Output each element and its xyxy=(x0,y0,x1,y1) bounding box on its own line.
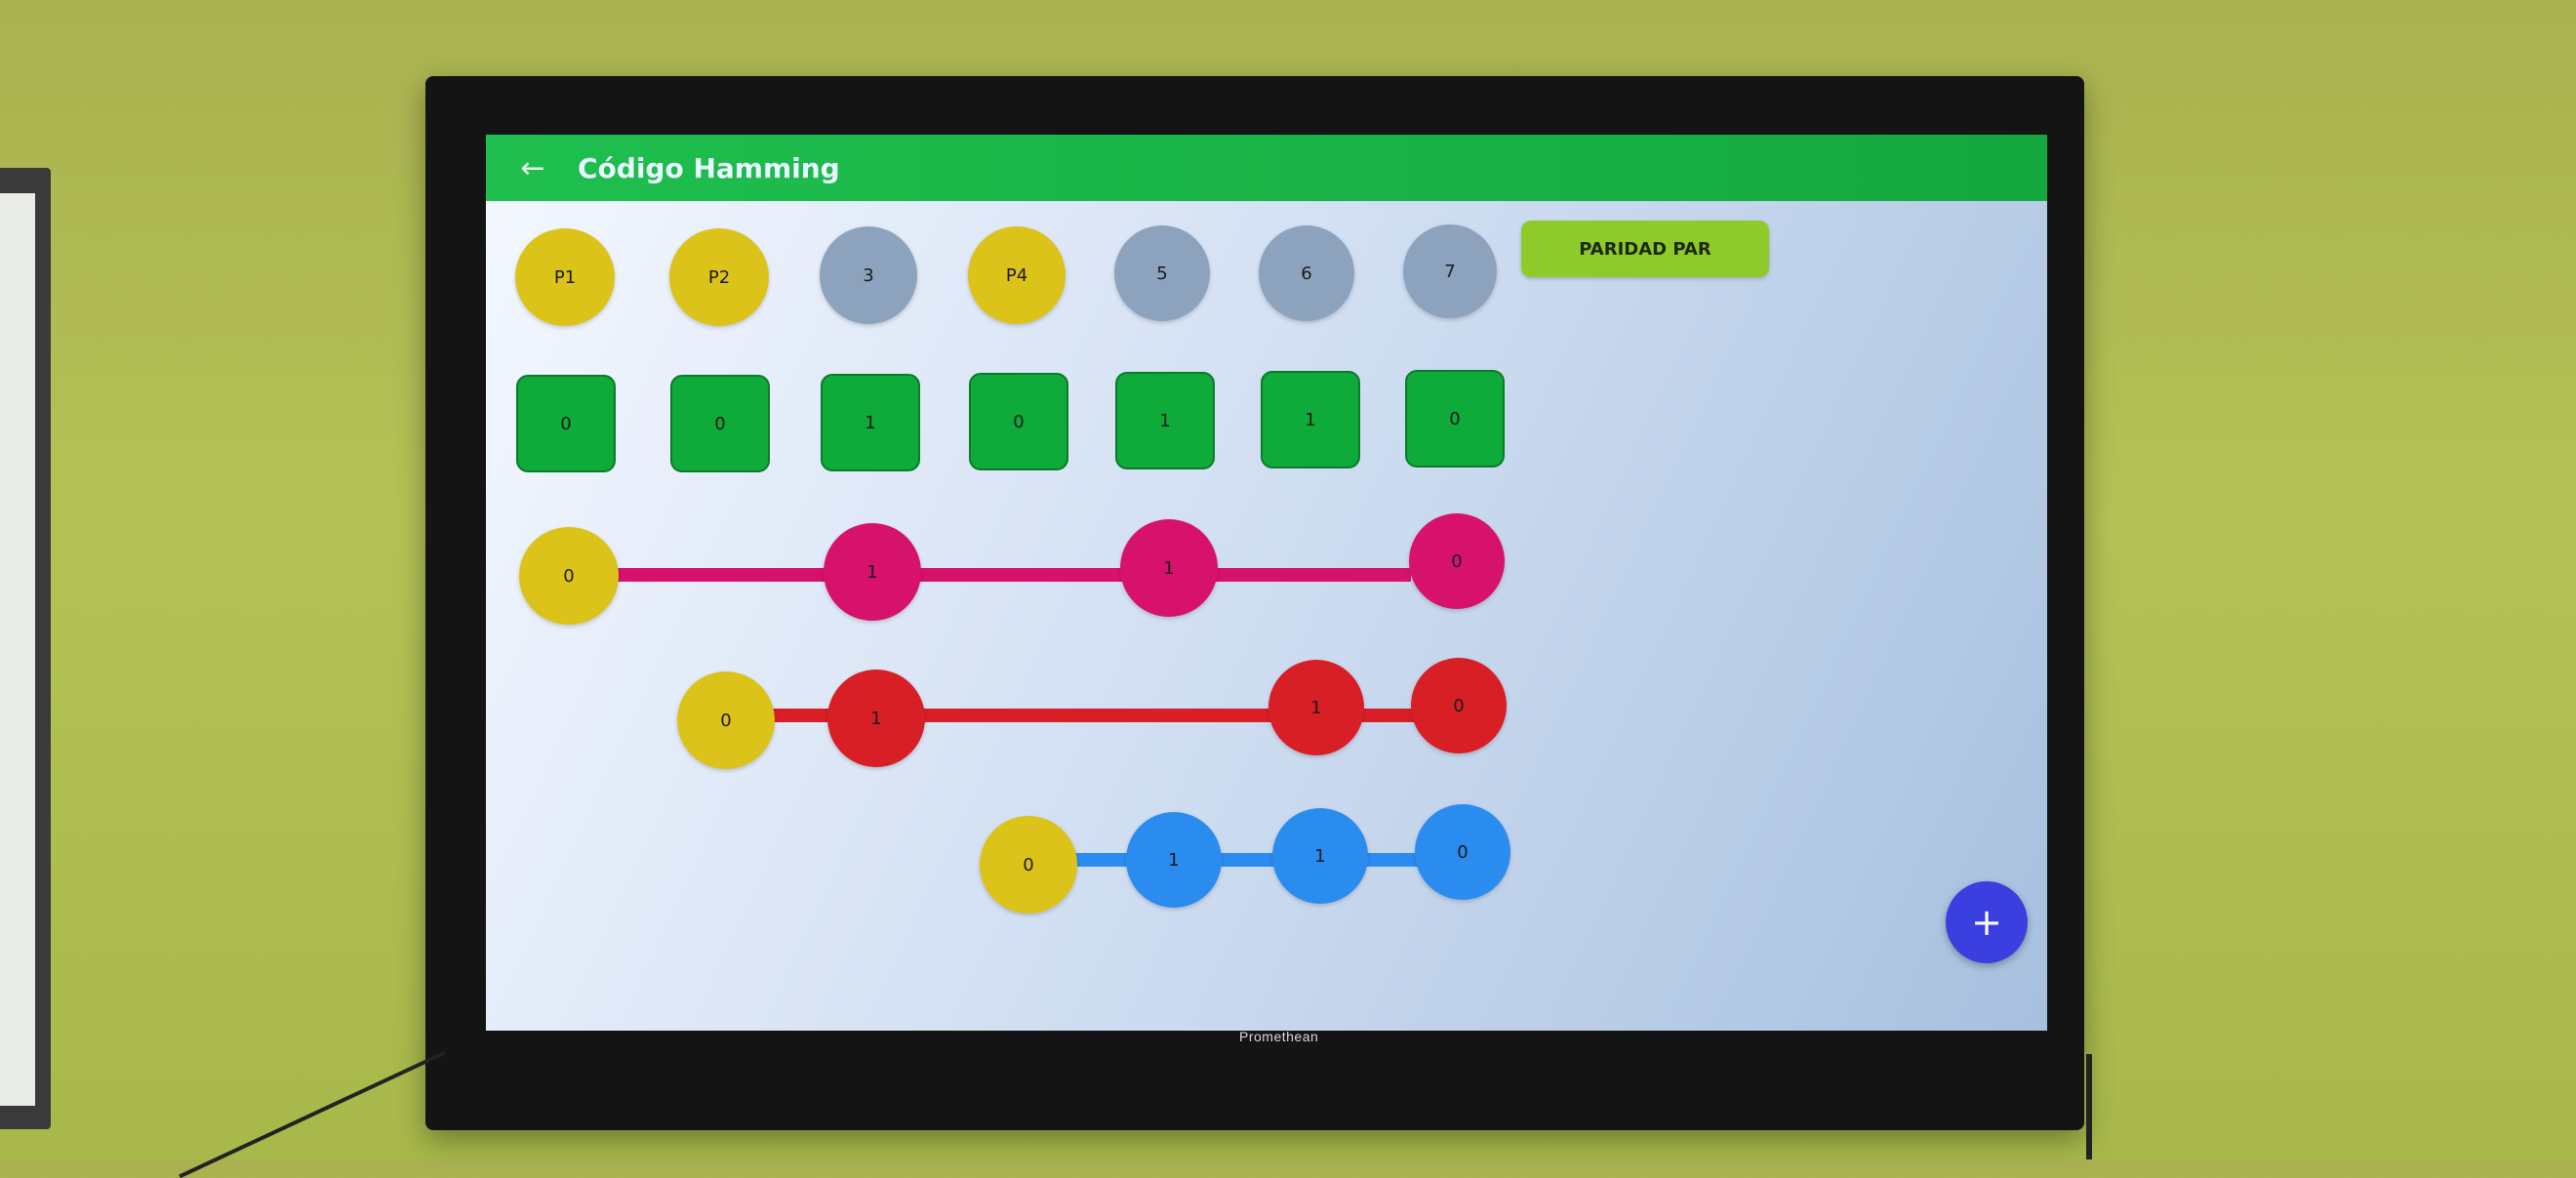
bit-position-5[interactable]: 5 xyxy=(1114,225,1210,321)
whiteboard-surface xyxy=(0,193,35,1106)
parity-mode-button[interactable]: PARIDAD PAR xyxy=(1521,221,1769,277)
add-button[interactable]: + xyxy=(1946,881,2028,963)
parity-row-2-node-4[interactable]: 0 xyxy=(1411,658,1507,753)
parity-row-1-node-2[interactable]: 1 xyxy=(824,523,921,621)
arrow-left-icon: ← xyxy=(520,150,545,185)
back-button[interactable]: ← xyxy=(503,139,562,197)
bit-value-3[interactable]: 1 xyxy=(821,374,920,471)
parity-row-1-node-4[interactable]: 0 xyxy=(1409,513,1505,609)
bit-position-p2[interactable]: P2 xyxy=(669,228,769,326)
bit-position-p1[interactable]: P1 xyxy=(515,228,615,326)
bit-position-label: 5 xyxy=(1156,263,1168,284)
bit-value-4[interactable]: 0 xyxy=(969,373,1068,470)
parity-row-3-node-3[interactable]: 1 xyxy=(1272,808,1368,904)
parity-row-3-node-4[interactable]: 0 xyxy=(1415,804,1510,900)
parity-row-1-link xyxy=(564,568,1411,582)
bit-position-label: P2 xyxy=(707,266,731,288)
bit-position-3[interactable]: 3 xyxy=(820,226,917,324)
parity-row-1-node-1[interactable]: 0 xyxy=(519,527,619,625)
bit-position-label: 3 xyxy=(863,264,874,286)
bit-value-5[interactable]: 1 xyxy=(1115,372,1215,469)
bit-value-6[interactable]: 1 xyxy=(1261,371,1360,468)
parity-row-3-link xyxy=(1025,853,1454,867)
parity-row-3-node-1[interactable]: 0 xyxy=(980,816,1077,914)
bit-value-7[interactable]: 0 xyxy=(1405,370,1505,467)
wall-cable xyxy=(179,1050,446,1178)
parity-row-1-node-3[interactable]: 1 xyxy=(1120,519,1218,617)
parity-row-2-node-2[interactable]: 1 xyxy=(827,670,925,767)
app-screen: ← Código Hamming P1 P2 3 P4 5 6 7 PARIDA… xyxy=(486,135,2047,1031)
power-cable xyxy=(2086,1054,2092,1159)
display-brand-label: Promethean xyxy=(1239,1029,1319,1044)
bit-position-p4[interactable]: P4 xyxy=(968,226,1066,324)
parity-row-2-node-3[interactable]: 1 xyxy=(1268,660,1364,755)
parity-row-3-node-2[interactable]: 1 xyxy=(1126,812,1222,908)
bit-value-2[interactable]: 0 xyxy=(670,375,770,472)
bit-position-label: P1 xyxy=(553,266,577,288)
bit-position-label: P4 xyxy=(1005,264,1028,286)
parity-row-2-node-1[interactable]: 0 xyxy=(677,671,775,769)
app-bar: ← Código Hamming xyxy=(486,135,2047,201)
wall-whiteboard xyxy=(0,168,51,1129)
page-title: Código Hamming xyxy=(578,151,840,184)
bit-position-6[interactable]: 6 xyxy=(1259,225,1354,321)
plus-icon: + xyxy=(1971,901,2002,944)
bit-position-label: 6 xyxy=(1301,263,1312,284)
bit-position-7[interactable]: 7 xyxy=(1403,224,1497,318)
bit-value-1[interactable]: 0 xyxy=(516,375,616,472)
bit-position-label: 7 xyxy=(1444,261,1456,282)
